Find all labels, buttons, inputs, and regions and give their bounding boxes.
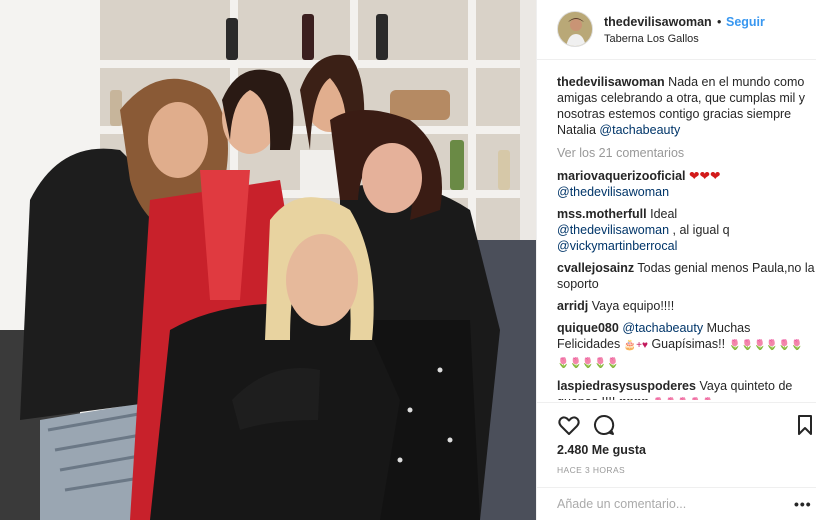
action-bar bbox=[537, 402, 816, 442]
comment-item: arridj Vaya equipo!!!! bbox=[557, 298, 815, 314]
comment-item: cvallejosainz Todas genial menos Paula,n… bbox=[557, 260, 815, 292]
header-separator: • bbox=[717, 15, 722, 29]
add-comment-bar: ••• bbox=[537, 487, 816, 520]
comment-mention[interactable]: @vickymartinberrocal bbox=[557, 239, 677, 253]
view-all-comments-link[interactable]: Ver los 21 comentarios bbox=[557, 146, 815, 160]
more-options-icon[interactable]: ••• bbox=[794, 496, 812, 512]
location-link[interactable]: Taberna Los Gallos bbox=[604, 33, 699, 45]
group-photo bbox=[0, 0, 536, 520]
tulip-emojis: 🌷🌷🌷🌷🌷 bbox=[652, 398, 714, 400]
bookmark-icon[interactable] bbox=[793, 413, 816, 437]
post-sidebar: thedevilisawoman • Seguir Taberna Los Ga… bbox=[536, 0, 816, 520]
comment-hearts: ♥♥♥♥ bbox=[619, 395, 649, 400]
comment-text: Ideal bbox=[650, 207, 678, 221]
comment-username[interactable]: laspiedrasysuspoderes bbox=[557, 379, 696, 393]
header-username[interactable]: thedevilisawoman bbox=[604, 15, 712, 29]
comment-username[interactable]: mariovaquerizooficial bbox=[557, 169, 686, 183]
comment-text-mid: , al igual q bbox=[669, 223, 730, 237]
caption: thedevilisawoman Nada en el mundo como a… bbox=[557, 74, 815, 138]
caption-username[interactable]: thedevilisawoman bbox=[557, 75, 665, 89]
comment-text: Vaya equipo!!!! bbox=[591, 299, 675, 313]
comment-mention[interactable]: @tachabeauty bbox=[622, 321, 703, 335]
cake-heart-emoji: 🎂+♥ bbox=[623, 340, 648, 351]
comment-item: laspiedrasysuspoderes Vaya quinteto de g… bbox=[557, 378, 815, 400]
comment-mention[interactable]: @thedevilisawoman bbox=[557, 185, 669, 199]
comments-list[interactable]: thedevilisawoman Nada en el mundo como a… bbox=[557, 74, 815, 400]
follow-button[interactable]: Seguir bbox=[726, 15, 765, 29]
heart-icon[interactable] bbox=[557, 413, 581, 437]
post-timestamp[interactable]: HACE 3 HORAS bbox=[557, 465, 625, 475]
caption-mention[interactable]: @tachabeauty bbox=[599, 123, 680, 137]
add-comment-input[interactable] bbox=[557, 497, 777, 511]
post-header: thedevilisawoman • Seguir Taberna Los Ga… bbox=[537, 0, 816, 60]
comment-icon[interactable] bbox=[592, 413, 616, 437]
comment-username[interactable]: mss.motherfull bbox=[557, 207, 647, 221]
post-photo[interactable] bbox=[0, 0, 536, 520]
instagram-post: thedevilisawoman • Seguir Taberna Los Ga… bbox=[0, 0, 816, 520]
likes-count[interactable]: 2.480 Me gusta bbox=[557, 443, 646, 457]
comment-text-2: Guapísimas!! bbox=[651, 337, 726, 351]
comment-text: ❤❤❤ bbox=[689, 169, 721, 183]
comment-username[interactable]: quique080 bbox=[557, 321, 619, 335]
comment-username[interactable]: arridj bbox=[557, 299, 588, 313]
comment-item: mss.motherfull Ideal @thedevilisawoman ,… bbox=[557, 206, 815, 254]
avatar[interactable] bbox=[557, 11, 593, 47]
comment-username[interactable]: cvallejosainz bbox=[557, 261, 634, 275]
comment-item: quique080 @tachabeauty Muchas Felicidade… bbox=[557, 320, 815, 372]
comment-item: mariovaquerizooficial ❤❤❤ @thedevilisawo… bbox=[557, 168, 815, 200]
avatar-image bbox=[558, 12, 592, 46]
comment-mention[interactable]: @thedevilisawoman bbox=[557, 223, 669, 237]
